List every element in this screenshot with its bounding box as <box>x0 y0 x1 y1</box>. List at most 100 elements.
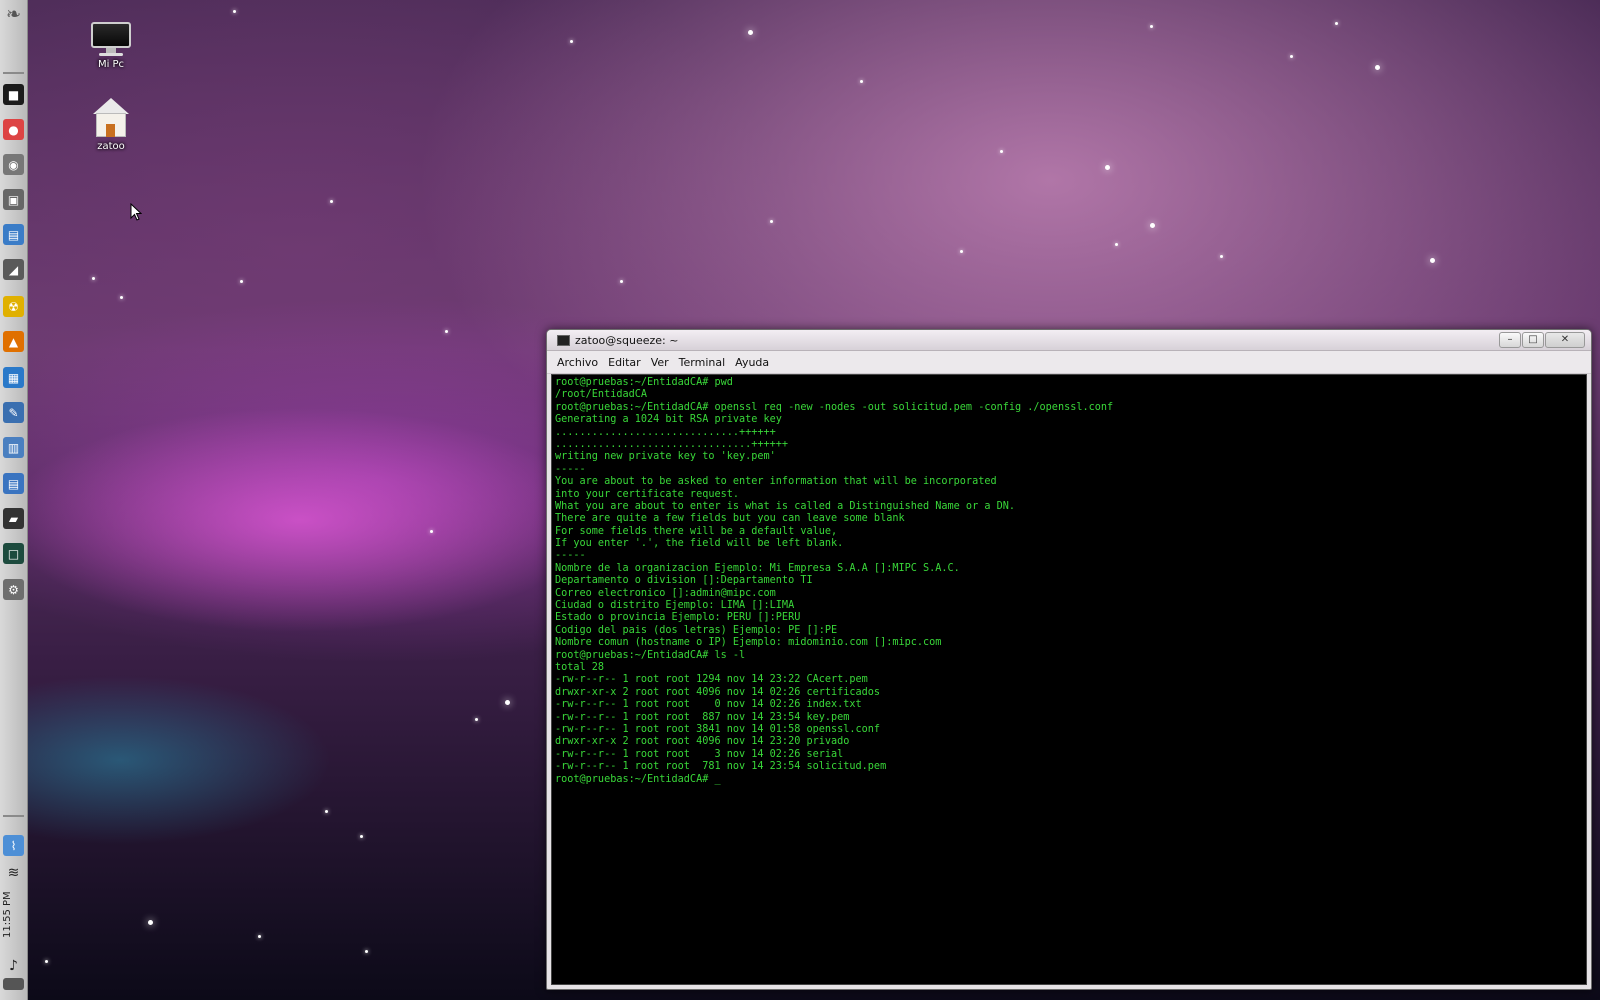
maximize-button[interactable]: □ <box>1522 332 1544 348</box>
star <box>258 935 261 938</box>
spreadsheet-icon[interactable]: ▥ <box>3 437 24 458</box>
menu-editar[interactable]: Editar <box>604 356 647 369</box>
terminal-line: -rw-r--r-- 1 root root 3841 nov 14 01:58… <box>555 723 881 735</box>
settings-icon[interactable]: ⚙ <box>3 579 24 600</box>
terminal-window[interactable]: zatoo@squeeze: ~ – □ ✕ Archivo Editar Ve… <box>546 329 1592 990</box>
terminal-line: ----- <box>555 463 586 475</box>
star <box>445 330 448 333</box>
desktop-icon-zatoo[interactable]: zatoo <box>81 98 141 152</box>
star <box>1335 22 1338 25</box>
drawing-icon[interactable]: ◢ <box>3 259 24 280</box>
menu-archivo[interactable]: Archivo <box>553 356 604 369</box>
terminal-line: Nombre de la organizacion Ejemplo: Mi Em… <box>555 562 960 574</box>
desktop-icon-label: zatoo <box>97 141 125 152</box>
system-disc-icon[interactable]: ◉ <box>3 154 24 175</box>
terminal-line: You are about to be asked to enter infor… <box>555 476 997 488</box>
terminal-line: total 28 <box>555 661 605 673</box>
terminal-line: Departamento o division []:Departamento … <box>555 575 813 587</box>
terminal-line: -rw-r--r-- 1 root root 887 nov 14 23:54 … <box>555 711 850 723</box>
star <box>45 960 48 963</box>
window-title: zatoo@squeeze: ~ <box>575 334 679 347</box>
star <box>120 296 123 299</box>
terminal-line: writing new private key to 'key.pem' <box>555 451 776 463</box>
star <box>1220 255 1223 258</box>
monitor-graph-icon[interactable]: □ <box>3 543 24 564</box>
cube-icon[interactable]: ▣ <box>3 189 24 210</box>
star <box>748 30 753 35</box>
star <box>240 280 243 283</box>
terminal-icon <box>557 335 570 346</box>
star <box>1430 258 1435 263</box>
clock[interactable]: 11:55 PM <box>2 880 25 950</box>
star <box>960 250 963 253</box>
pen-icon[interactable]: ✎ <box>3 402 24 423</box>
gnome-foot-icon[interactable]: ❧ <box>3 4 24 25</box>
star <box>1105 165 1110 170</box>
eraser-icon[interactable]: ▰ <box>3 508 24 529</box>
menubar: Archivo Editar Ver Terminal Ayuda <box>547 351 1591 374</box>
star <box>325 810 328 813</box>
star <box>330 200 333 203</box>
star <box>770 220 773 223</box>
terminal-line: Codigo del pais (dos letras) Ejemplo: PE… <box>555 624 838 636</box>
terminal-line: Estado o provincia Ejemplo: PERU []:PERU <box>555 612 801 624</box>
menu-terminal[interactable]: Terminal <box>675 356 732 369</box>
star <box>570 40 573 43</box>
home-icon <box>91 98 131 138</box>
star <box>148 920 153 925</box>
menu-ayuda[interactable]: Ayuda <box>731 356 775 369</box>
desktop-icon-mi-pc[interactable]: Mi Pc <box>81 22 141 70</box>
terminal-icon[interactable]: ■ <box>3 84 24 105</box>
network-tray-icon[interactable]: ⌇ <box>3 835 24 856</box>
terminal-line: Generating a 1024 bit RSA private key <box>555 414 782 426</box>
desktop-icon-label: Mi Pc <box>97 59 125 70</box>
star <box>360 835 363 838</box>
terminal-line: drwxr-xr-x 2 root root 4096 nov 14 23:20… <box>555 736 850 748</box>
terminal-line: Correo electronico []:admin@mipc.com <box>555 587 776 599</box>
star <box>365 950 368 953</box>
writer-icon[interactable]: ▤ <box>3 473 24 494</box>
terminal-line: For some fields there will be a default … <box>555 525 838 537</box>
star <box>505 700 510 705</box>
terminal-output[interactable]: root@pruebas:~/EntidadCA# pwd/root/Entid… <box>551 374 1587 985</box>
menu-ver[interactable]: Ver <box>647 356 675 369</box>
star <box>430 530 433 533</box>
dock-separator <box>3 72 24 74</box>
monitor-icon <box>91 22 131 56</box>
terminal-line: ................................++++++ <box>555 438 789 450</box>
terminal-line: root@pruebas:~/EntidadCA# _ <box>555 773 721 785</box>
star <box>1150 223 1155 228</box>
star <box>1000 150 1003 153</box>
star <box>1115 243 1118 246</box>
speaker-icon[interactable]: ♪ <box>3 955 24 976</box>
star <box>233 10 236 13</box>
terminal-line: What you are about to enter is what is c… <box>555 500 1016 512</box>
terminal-line: root@pruebas:~/EntidadCA# openssl req -n… <box>555 401 1114 413</box>
terminal-line: into your certificate request. <box>555 488 740 500</box>
show-desktop-icon[interactable] <box>3 978 24 990</box>
star <box>475 718 478 721</box>
terminal-line: root@pruebas:~/EntidadCA# pwd <box>555 377 733 388</box>
dock-separator <box>3 815 24 817</box>
minimize-button[interactable]: – <box>1499 332 1521 348</box>
vlc-icon[interactable]: ▲ <box>3 331 24 352</box>
star <box>92 277 95 280</box>
terminal-line: /root/EntidadCA <box>555 389 648 401</box>
close-button[interactable]: ✕ <box>1545 332 1585 348</box>
star <box>1150 25 1153 28</box>
terminal-line: There are quite a few fields but you can… <box>555 513 905 525</box>
terminal-line: Nombre comun (hostname o IP) Ejemplo: mi… <box>555 637 942 649</box>
star <box>1290 55 1293 58</box>
mouse-cursor-icon <box>130 203 142 221</box>
document-icon[interactable]: ▤ <box>3 224 24 245</box>
star <box>620 280 623 283</box>
radiation-icon[interactable]: ☢ <box>3 296 24 317</box>
dock-panel: ❧ ■ ● ◉ ▣ ▤ ◢ ☢ ▲ ▦ ✎ ▥ ▤ ▰ □ ⚙ ⌇ ≋ 11:55 PM ♪ <box>0 0 28 1000</box>
terminal-line: ----- <box>555 550 586 562</box>
terminal-line: -rw-r--r-- 1 root root 3 nov 14 02:26 se… <box>555 748 844 760</box>
star <box>860 80 863 83</box>
chrome-icon[interactable]: ● <box>3 119 24 140</box>
window-titlebar[interactable]: zatoo@squeeze: ~ – □ ✕ <box>547 330 1591 351</box>
presentation-icon[interactable]: ▦ <box>3 367 24 388</box>
terminal-line: -rw-r--r-- 1 root root 781 nov 14 23:54 … <box>555 761 887 773</box>
